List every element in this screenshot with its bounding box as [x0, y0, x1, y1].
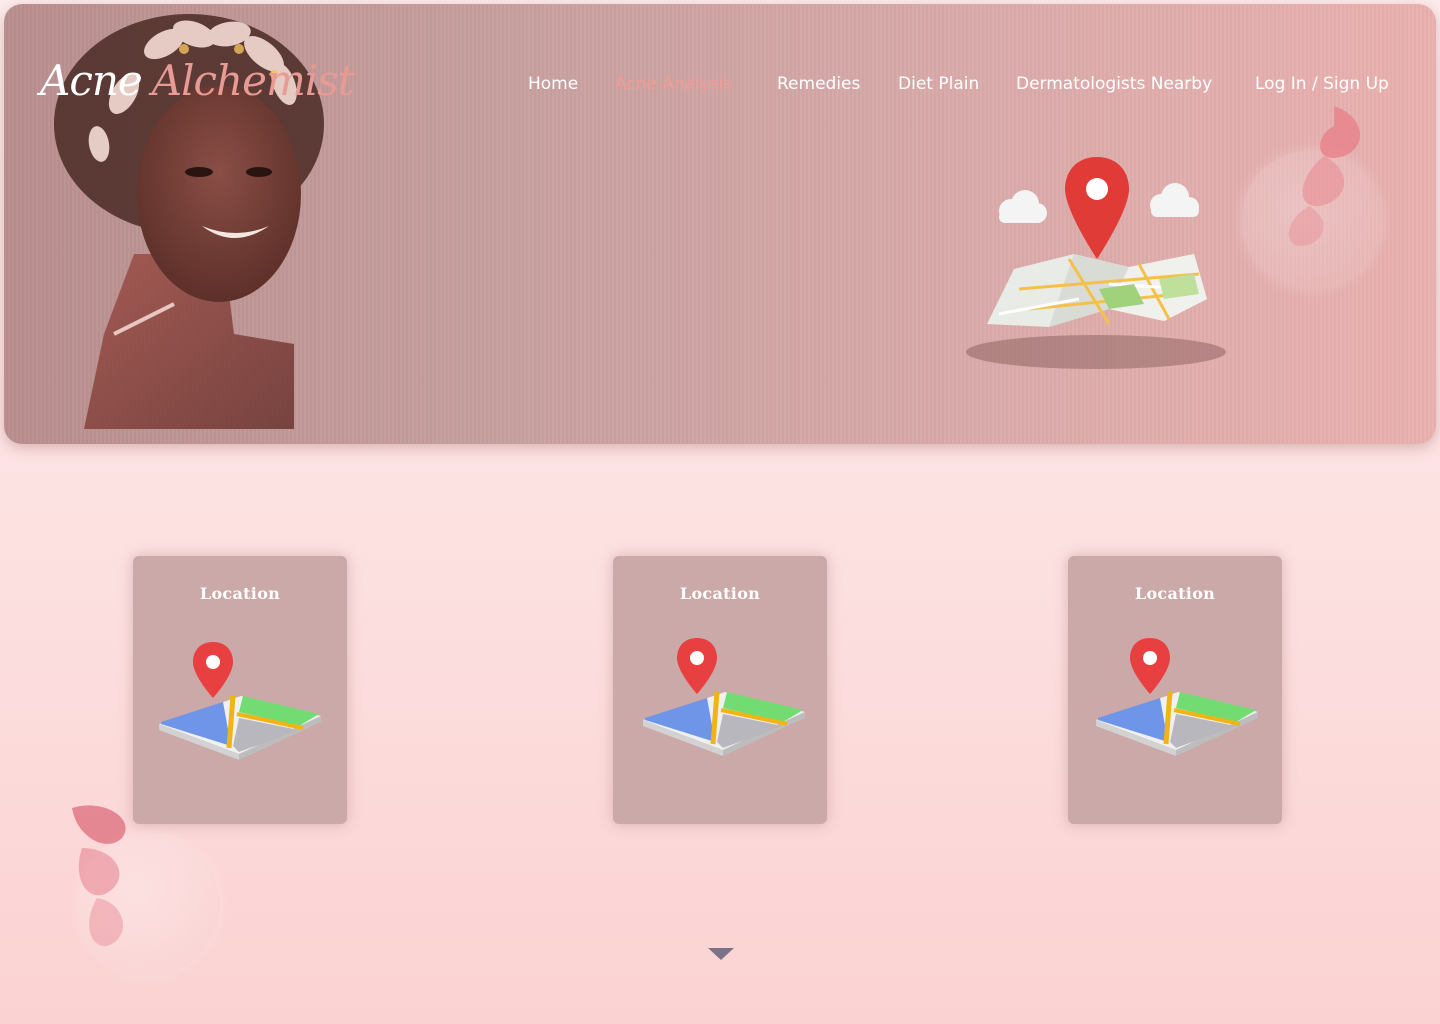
decorative-swirl: [1288, 106, 1361, 246]
nav-home[interactable]: Home: [528, 74, 578, 94]
map-pin-icon: [159, 642, 321, 760]
card-title: Location: [199, 584, 281, 603]
location-card[interactable]: Location: [1068, 556, 1282, 824]
map-with-location-pin-icon: [966, 157, 1226, 369]
card-title: Location: [1134, 584, 1216, 603]
location-card[interactable]: Location: [133, 556, 347, 824]
main-navigation: Home Acne Analysis Remedies Diet Plain D…: [0, 74, 1440, 100]
nav-acne-analysis[interactable]: Acne Analysis: [615, 74, 732, 94]
decorative-swirl: [72, 805, 126, 947]
nav-dermatologists-nearby[interactable]: Dermatologists Nearby: [1016, 74, 1212, 94]
chevron-down-icon[interactable]: [708, 948, 734, 960]
nav-diet-plain[interactable]: Diet Plain: [898, 74, 979, 94]
nav-remedies[interactable]: Remedies: [777, 74, 860, 94]
map-pin-icon: [643, 638, 805, 756]
location-card[interactable]: Location: [613, 556, 827, 824]
card-title: Location: [679, 584, 761, 603]
nav-login-signup[interactable]: Log In / Sign Up: [1255, 74, 1389, 94]
map-pin-icon: [1096, 638, 1258, 756]
